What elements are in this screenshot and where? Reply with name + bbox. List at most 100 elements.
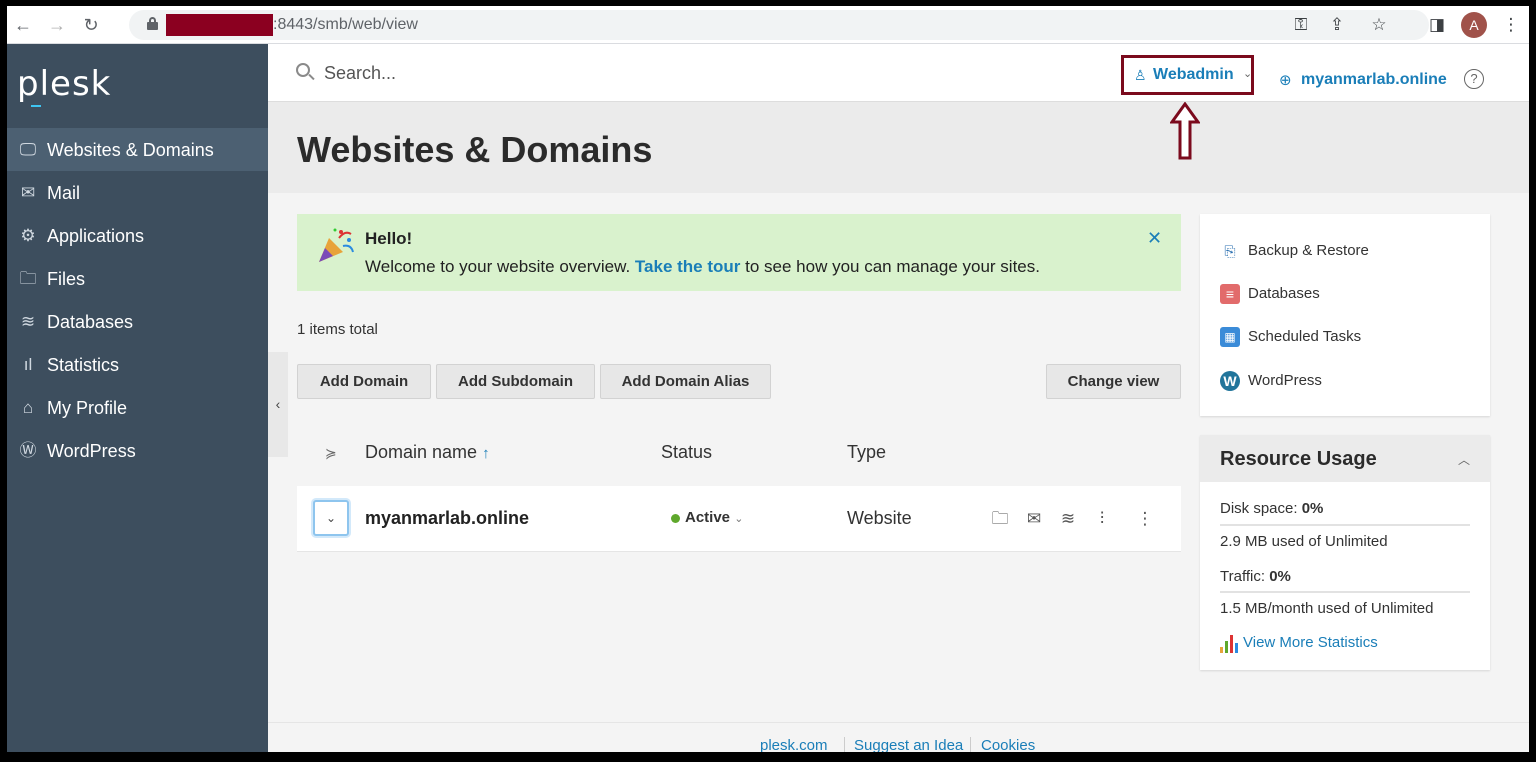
list-header: ≽ Domain name ↑ Status Type (297, 432, 1181, 482)
sidebar-item-databases[interactable]: ≋ Databases (7, 300, 268, 343)
backup-icon: ⎘ (1224, 243, 1236, 259)
globe-icon: ⊕ (1279, 72, 1292, 89)
top-header: ♙ Webadmin ⌄ ⊕ myanmarlab.online ? (268, 44, 1529, 102)
search-input[interactable] (324, 58, 724, 88)
wordpress-icon: Ⓦ (19, 441, 37, 460)
sidebar-item-label: WordPress (47, 441, 136, 461)
folder-icon[interactable]: 🗀 (989, 508, 1011, 530)
take-tour-link[interactable]: Take the tour (635, 257, 740, 276)
welcome-banner: Hello! Welcome to your website overview.… (297, 214, 1181, 291)
search-icon (296, 63, 315, 81)
reload-icon[interactable]: ↻ (77, 11, 105, 39)
calendar-icon: ▦ (1220, 327, 1240, 347)
envelope-icon: ✉ (20, 183, 36, 202)
star-icon[interactable]: ☆ (1365, 11, 1393, 39)
column-status: Status (661, 442, 713, 462)
share-icon[interactable]: ⇪ (1323, 11, 1351, 39)
resource-usage-header[interactable]: Resource Usage ︿ (1200, 435, 1490, 482)
key-icon[interactable]: ⚿ (1287, 11, 1315, 39)
chevron-up-icon: ︿ (1458, 453, 1471, 467)
database-icon: ≡ (1220, 284, 1240, 304)
bar-chart-icon: ıl (23, 355, 33, 374)
monitor-icon: 🖵 (19, 140, 37, 159)
sort-arrow-icon: ↑ (482, 445, 490, 462)
more-options-icon[interactable]: ⋮ (1134, 508, 1156, 530)
sidepanel-icon[interactable]: ◨ (1423, 11, 1451, 39)
domain-type: Website (847, 508, 912, 528)
sidebar-item-label: Databases (47, 312, 134, 332)
sidebar-item-my-profile[interactable]: ⌂ My Profile (7, 386, 268, 429)
sidebar-item-wordpress[interactable]: Ⓦ WordPress (7, 429, 268, 472)
sidebar-item-label: Mail (47, 183, 81, 203)
sidebar-item-label: Statistics (47, 355, 120, 375)
database-icon[interactable]: ≋ (1057, 508, 1079, 530)
redacted-host (166, 14, 273, 36)
sidebar-item-applications[interactable]: ⚙ Applications (7, 214, 268, 257)
row-expand-button[interactable]: ⌄ (313, 500, 349, 536)
view-more-statistics-link[interactable]: View More Statistics (1243, 634, 1378, 651)
mail-icon[interactable]: ✉ (1023, 508, 1045, 530)
gear-icon: ⚙ (20, 226, 36, 245)
back-icon[interactable]: ← (9, 11, 37, 39)
databases-link[interactable]: Databases (1248, 285, 1320, 302)
sidebar-item-files[interactable]: 🗀 Files (7, 257, 268, 300)
footer: plesk.com Suggest an Idea Cookies (268, 722, 1529, 752)
statistics-chart-icon (1220, 635, 1238, 653)
wordpress-icon: W (1220, 371, 1240, 391)
profile-icon: ⌂ (22, 398, 34, 417)
banner-text: Welcome to your website overview. Take t… (365, 257, 1040, 276)
domain-switcher-link[interactable]: myanmarlab.online (1301, 71, 1447, 89)
add-domain-alias-button[interactable]: Add Domain Alias (600, 364, 771, 399)
page-title: Websites & Domains (297, 129, 653, 170)
footer-link-plesk[interactable]: plesk.com (760, 737, 828, 752)
status-dot (671, 514, 680, 523)
user-menu-label: Webadmin (1153, 66, 1234, 83)
disk-space-line: Disk space: 0% (1220, 500, 1324, 517)
backup-restore-link[interactable]: Backup & Restore (1248, 242, 1369, 259)
database-icon: ≋ (20, 312, 36, 331)
footer-link-cookies[interactable]: Cookies (981, 737, 1035, 752)
user-icon: ♙ (1134, 67, 1147, 83)
traffic-usage-bar (1220, 591, 1470, 593)
table-row: ⌄ myanmarlab.online Active ⌄ Website 🗀 ✉… (297, 486, 1181, 552)
sidebar-item-label: My Profile (47, 398, 128, 418)
annotation-arrow-icon (1170, 102, 1200, 160)
address-bar[interactable]: :8443/smb/web/view (129, 10, 1429, 40)
close-icon[interactable]: ✕ (1147, 228, 1162, 249)
avatar[interactable]: A (1461, 12, 1487, 38)
traffic-detail: 1.5 MB/month used of Unlimited (1220, 600, 1434, 617)
status-dropdown[interactable]: Active ⌄ (685, 509, 743, 526)
help-icon[interactable]: ? (1464, 69, 1484, 89)
forward-icon[interactable]: → (43, 11, 71, 39)
change-view-button[interactable]: Change view (1046, 364, 1181, 399)
expand-all-icon[interactable]: ≽ (325, 445, 337, 462)
menu-dots-icon[interactable]: ⋮ (1497, 11, 1525, 39)
collapse-sidebar-button[interactable]: ‹ (268, 352, 288, 457)
add-subdomain-button[interactable]: Add Subdomain (436, 364, 595, 399)
plesk-logo[interactable]: plesk (17, 64, 111, 104)
scheduled-tasks-link[interactable]: Scheduled Tasks (1248, 328, 1361, 345)
logo-underline (31, 105, 41, 107)
domain-name-link[interactable]: myanmarlab.online (365, 508, 529, 529)
user-menu-button[interactable]: ♙ Webadmin ⌄ (1121, 55, 1254, 95)
sidebar-item-websites-domains[interactable]: 🖵 Websites & Domains (7, 128, 268, 171)
sidebar-item-statistics[interactable]: ıl Statistics (7, 343, 268, 386)
banner-heading: Hello! (365, 229, 413, 248)
sidebar-item-mail[interactable]: ✉ Mail (7, 171, 268, 214)
column-domain-name[interactable]: Domain name ↑ (365, 442, 490, 463)
url-text: :8443/smb/web/view (273, 16, 418, 33)
footer-link-suggest[interactable]: Suggest an Idea (854, 737, 963, 752)
folder-icon: 🗀 (19, 269, 37, 288)
wordpress-link[interactable]: WordPress (1248, 372, 1322, 389)
settings-sliders-icon[interactable]: ⫶ (1091, 508, 1113, 530)
sidebar: plesk 🖵 Websites & Domains ✉ Mail ⚙ Appl… (7, 44, 268, 752)
sidebar-item-label: Files (47, 269, 86, 289)
add-domain-button[interactable]: Add Domain (297, 364, 431, 399)
traffic-line: Traffic: 0% (1220, 568, 1291, 585)
resource-usage-card: Resource Usage ︿ Disk space: 0% 2.9 MB u… (1200, 435, 1490, 670)
party-popper-icon (319, 228, 354, 262)
main-content: Websites & Domains Hello! Welcome to you… (268, 102, 1529, 752)
browser-window: ← → ↻ :8443/smb/web/view ⚿ ⇪ ☆ ◨ A ⋮ ple… (7, 6, 1529, 752)
title-band: Websites & Domains (268, 102, 1529, 193)
lock-icon (147, 17, 158, 30)
